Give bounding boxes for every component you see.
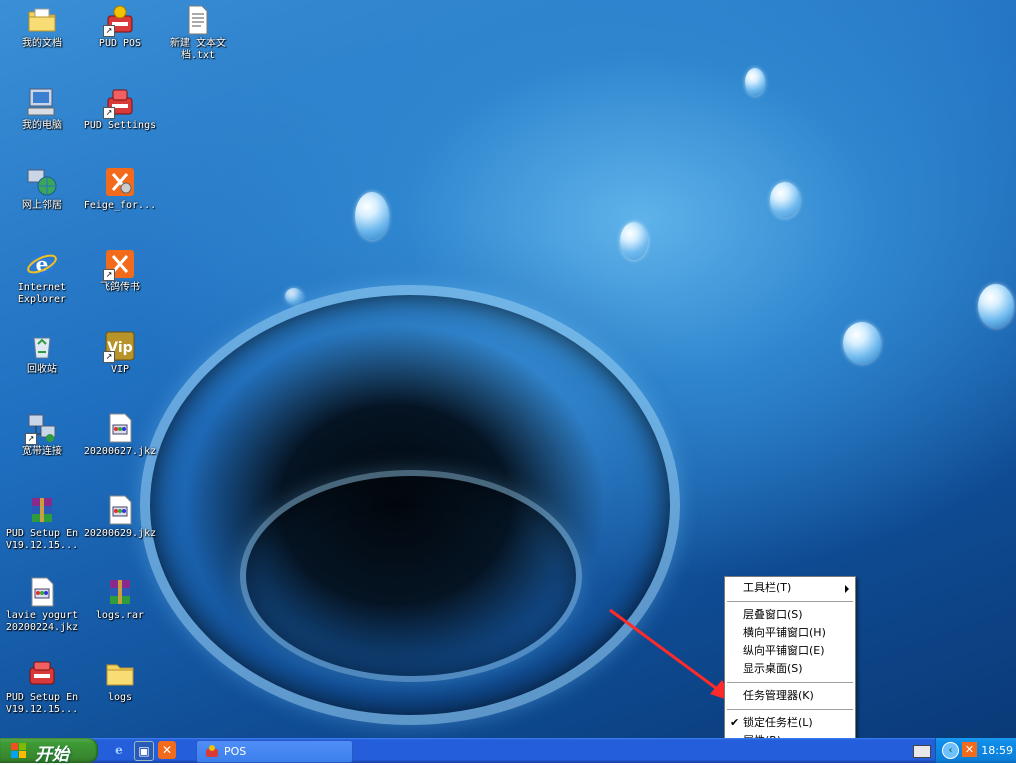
menu-separator xyxy=(727,682,853,683)
water-drop xyxy=(620,222,648,260)
winrar-archive-icon xyxy=(104,576,136,608)
winrar-archive-icon xyxy=(26,494,58,526)
desktop-icon-recycle-bin[interactable]: 回收站 xyxy=(3,330,81,376)
menu-item-toolbars[interactable]: 工具栏(T) xyxy=(725,579,855,597)
pud-pos-icon: ↗ xyxy=(103,4,136,37)
text-document-icon xyxy=(182,4,214,36)
computer-icon xyxy=(26,86,58,118)
shortcut-arrow-icon: ↗ xyxy=(103,351,115,363)
network-connection-icon: ↗ xyxy=(25,412,58,445)
jkz-file-icon xyxy=(26,576,58,608)
taskbar-button-pos[interactable]: POS xyxy=(196,740,353,763)
folder-icon xyxy=(104,658,136,690)
desktop-icon-20200629-jkz[interactable]: 20200629.jkz xyxy=(81,494,159,540)
vip-icon: Vip ↗ xyxy=(103,330,136,363)
checkmark-icon: ✔ xyxy=(730,716,740,729)
keyboard-layout-icon[interactable] xyxy=(913,745,931,758)
desktop-icon-feige-chuanshu[interactable]: ↗ 飞鸽传书 xyxy=(81,248,159,294)
quicklaunch-media-icon[interactable]: ▣ xyxy=(134,741,154,761)
taskbar[interactable]: 开始 e ▣ ✕ POS xyxy=(0,738,1016,765)
water-drop xyxy=(355,192,389,240)
menu-separator xyxy=(727,601,853,602)
taskbar-clock[interactable]: 18:59 xyxy=(981,744,1013,757)
tray-feige-icon[interactable]: ✕ xyxy=(962,742,977,757)
menu-item-lock-taskbar[interactable]: ✔ 锁定任务栏(L) xyxy=(725,714,855,732)
submenu-arrow-icon xyxy=(845,585,849,593)
feige-app-icon: ↗ xyxy=(103,248,136,281)
water-drop xyxy=(978,284,1014,328)
desktop-icon-broadband-connection[interactable]: ↗ 宽带连接 xyxy=(3,412,81,458)
pud-pos-icon xyxy=(206,745,218,757)
pud-setup-icon xyxy=(26,658,58,690)
water-drop xyxy=(843,322,881,364)
desktop-icon-network-places[interactable]: 网上邻居 xyxy=(3,166,81,212)
desktop-icon-internet-explorer[interactable]: e Internet Explorer xyxy=(3,248,81,306)
desktop-icon-lavie-yogurt[interactable]: lavie yogurt 20200224.jkz xyxy=(3,576,81,634)
desktop-icon-logs-folder[interactable]: logs xyxy=(81,658,159,704)
menu-separator xyxy=(727,709,853,710)
tray-expand-chevron-icon[interactable]: ‹ xyxy=(942,742,959,759)
quicklaunch-feige-icon[interactable]: ✕ xyxy=(158,741,176,759)
desktop-icon-pud-pos[interactable]: ↗ PUD POS xyxy=(81,4,159,50)
windows-flag-icon xyxy=(11,743,26,758)
recycle-bin-icon xyxy=(26,330,58,362)
red-annotation-arrow xyxy=(609,608,734,702)
start-button[interactable]: 开始 xyxy=(0,738,98,765)
jkz-file-icon xyxy=(104,412,136,444)
menu-item-show-desktop[interactable]: 显示桌面(S) xyxy=(725,660,855,678)
shortcut-arrow-icon: ↗ xyxy=(103,107,115,119)
desktop-icon-20200627-jkz[interactable]: 20200627.jkz xyxy=(81,412,159,458)
desktop-icon-pud-setup-2[interactable]: PUD Setup En V19.12.15... xyxy=(3,658,81,716)
desktop-icon-my-documents[interactable]: 我的文档 xyxy=(3,4,81,50)
menu-item-tile-horizontally[interactable]: 横向平铺窗口(H) xyxy=(725,624,855,642)
desktop-icon-feige-for[interactable]: Feige_for... xyxy=(81,166,159,212)
feige-app-icon xyxy=(104,166,136,198)
menu-item-cascade-windows[interactable]: 层叠窗口(S) xyxy=(725,606,855,624)
water-drop xyxy=(285,288,303,304)
splash-inner-rim xyxy=(240,470,582,682)
desktop[interactable]: 我的文档 我的电脑 网上邻居 e Internet Explorer 回收站 ↗… xyxy=(0,0,1016,738)
menu-item-tile-vertically[interactable]: 纵向平铺窗口(E) xyxy=(725,642,855,660)
taskbar-context-menu: 工具栏(T) 层叠窗口(S) 横向平铺窗口(H) 纵向平铺窗口(E) 显示桌面(… xyxy=(724,576,856,752)
desktop-icon-vip[interactable]: Vip ↗ VIP xyxy=(81,330,159,376)
water-drop xyxy=(745,68,765,96)
quicklaunch-ie-icon[interactable]: e xyxy=(110,741,128,759)
network-globe-icon xyxy=(26,166,58,198)
menu-item-task-manager[interactable]: 任务管理器(K) xyxy=(725,687,855,705)
shortcut-arrow-icon: ↗ xyxy=(103,269,115,281)
pud-settings-icon: ↗ xyxy=(103,86,136,119)
water-drop xyxy=(770,182,800,218)
desktop-icon-logs-rar[interactable]: logs.rar xyxy=(81,576,159,622)
desktop-icon-pud-setup-1[interactable]: PUD Setup En V19.12.15... xyxy=(3,494,81,552)
desktop-icon-new-text-document[interactable]: 新建 文本文 档.txt xyxy=(159,4,237,62)
internet-explorer-icon: e xyxy=(26,248,58,280)
folder-documents-icon xyxy=(26,4,58,36)
desktop-icon-my-computer[interactable]: 我的电脑 xyxy=(3,86,81,132)
jkz-file-icon xyxy=(104,494,136,526)
system-tray: ‹ ✕ 18:59 xyxy=(935,738,1016,763)
shortcut-arrow-icon: ↗ xyxy=(103,25,115,37)
desktop-icon-pud-settings[interactable]: ↗ PUD Settings xyxy=(81,86,159,132)
shortcut-arrow-icon: ↗ xyxy=(25,433,37,445)
